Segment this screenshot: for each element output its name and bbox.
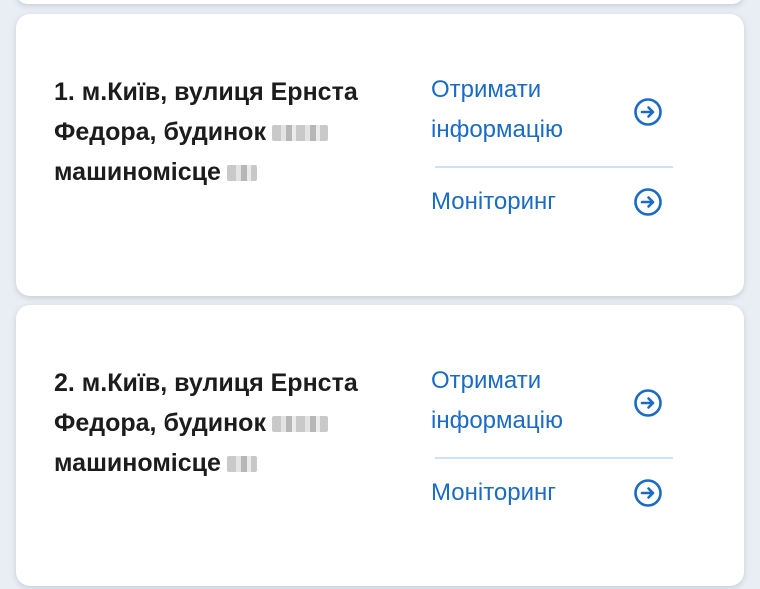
monitoring-link[interactable]: Моніторинг — [431, 182, 681, 222]
get-information-label: Отримати інформацію — [431, 76, 563, 143]
redacted-space-number — [226, 165, 257, 182]
card-actions: Отримати інформацію Моніторинг — [431, 70, 681, 222]
actions-divider — [435, 166, 673, 168]
arrow-right-circle-icon — [634, 389, 662, 417]
arrow-right-circle-icon — [634, 479, 662, 507]
parking-address: 2. м.Київ, вулиця Ернста Федора, будинок… — [54, 363, 404, 483]
previous-card-edge — [16, 0, 744, 4]
address-line: машиномісце — [54, 449, 221, 477]
get-information-label: Отримати інформацію — [431, 367, 563, 434]
address-line: 2. м.Київ, вулиця Ернста — [54, 369, 358, 397]
parking-address: 1. м.Київ, вулиця Ернста Федора, будинок… — [54, 72, 404, 192]
monitoring-label: Моніторинг — [431, 188, 557, 215]
get-information-link[interactable]: Отримати інформацію — [431, 70, 681, 154]
address-line: машиномісце — [54, 158, 221, 186]
redacted-space-number — [226, 456, 257, 473]
arrow-right-circle-icon — [634, 188, 662, 216]
address-line: Федора, будинок — [54, 409, 266, 437]
card-actions: Отримати інформацію Моніторинг — [431, 361, 681, 513]
actions-divider — [435, 457, 673, 459]
parking-card: 2. м.Київ, вулиця Ернста Федора, будинок… — [16, 305, 744, 586]
redacted-building-number — [271, 125, 328, 142]
get-information-link[interactable]: Отримати інформацію — [431, 361, 681, 445]
parking-card: 1. м.Київ, вулиця Ернста Федора, будинок… — [16, 14, 744, 296]
arrow-right-circle-icon — [634, 98, 662, 126]
address-line: 1. м.Київ, вулиця Ернста — [54, 78, 358, 106]
monitoring-label: Моніторинг — [431, 479, 557, 506]
redacted-building-number — [271, 416, 328, 433]
monitoring-link[interactable]: Моніторинг — [431, 473, 681, 513]
address-line: Федора, будинок — [54, 118, 266, 146]
